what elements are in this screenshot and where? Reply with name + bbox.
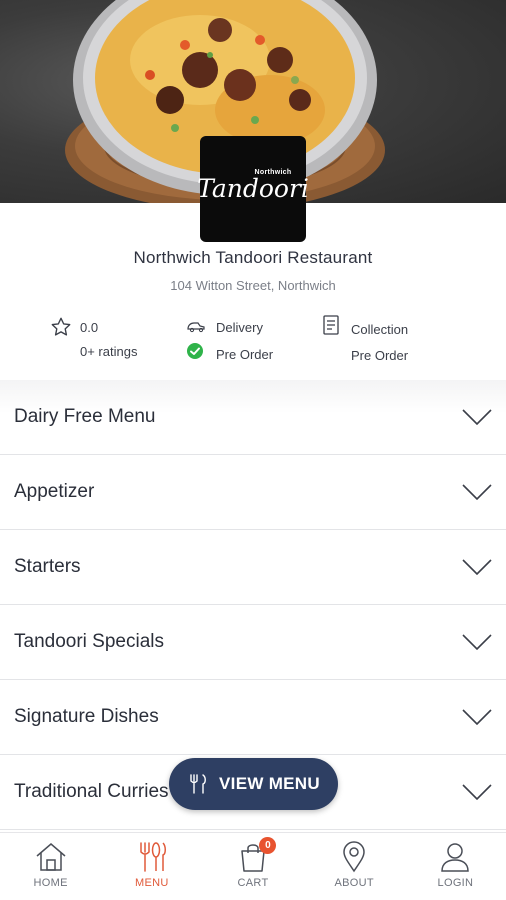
restaurant-info: 0.0 0+ ratings Delivery Pre Order Collec… bbox=[0, 314, 506, 374]
nav-cart-label: CART bbox=[237, 877, 269, 889]
logo-script-text: Tandoori bbox=[197, 174, 309, 203]
nav-cart[interactable]: 0 CART bbox=[202, 833, 303, 900]
bottom-nav: HOME MENU 0 CART ABOUT LOGIN bbox=[0, 832, 506, 900]
chevron-down-icon bbox=[462, 784, 492, 800]
category-label: Tandoori Specials bbox=[14, 631, 164, 652]
nav-home[interactable]: HOME bbox=[0, 833, 101, 900]
delivery-icon bbox=[186, 318, 206, 334]
chevron-down-icon bbox=[462, 709, 492, 725]
delivery-label: Delivery bbox=[216, 320, 263, 335]
star-icon bbox=[50, 316, 72, 338]
category-label: Appetizer bbox=[14, 481, 95, 502]
collection-preorder: Pre Order bbox=[351, 348, 409, 363]
menu-category-appetizer[interactable]: Appetizer bbox=[0, 455, 506, 530]
nav-login-label: LOGIN bbox=[437, 877, 474, 889]
nav-home-label: HOME bbox=[33, 877, 68, 889]
category-label: Starters bbox=[14, 556, 81, 577]
nav-about[interactable]: ABOUT bbox=[304, 833, 405, 900]
nav-menu[interactable]: MENU bbox=[101, 833, 202, 900]
restaurant-logo: Northwich Tandoori bbox=[197, 136, 309, 242]
chevron-down-icon bbox=[462, 409, 492, 425]
nav-menu-label: MENU bbox=[135, 877, 169, 889]
category-label: Signature Dishes bbox=[14, 706, 159, 727]
ratings-count: 0+ ratings bbox=[80, 344, 138, 359]
cutlery-icon bbox=[190, 774, 206, 794]
menu-category-signature-dishes[interactable]: Signature Dishes bbox=[0, 680, 506, 755]
chevron-down-icon bbox=[462, 634, 492, 650]
location-pin-icon bbox=[343, 841, 365, 873]
rating-value: 0.0 bbox=[80, 320, 99, 335]
menu-category-tandoori-specials[interactable]: Tandoori Specials bbox=[0, 605, 506, 680]
menu-category-starters[interactable]: Starters bbox=[0, 530, 506, 605]
category-label: Traditional Curries bbox=[14, 781, 169, 802]
cutlery-icon bbox=[140, 842, 166, 872]
check-icon bbox=[186, 342, 204, 360]
nav-login[interactable]: LOGIN bbox=[405, 833, 506, 900]
restaurant-name: Northwich Tandoori Restaurant bbox=[133, 248, 373, 267]
category-label: Dairy Free Menu bbox=[14, 406, 156, 427]
collection-label: Collection bbox=[351, 322, 409, 337]
chevron-down-icon bbox=[462, 484, 492, 500]
view-menu-button[interactable]: VIEW MENU bbox=[169, 758, 338, 810]
restaurant-address: 104 Witton Street, Northwich bbox=[170, 278, 336, 293]
user-icon bbox=[441, 843, 470, 872]
menu-category-dairy-free[interactable]: Dairy Free Menu bbox=[0, 380, 506, 455]
nav-about-label: ABOUT bbox=[334, 877, 374, 889]
cart-count-badge: 0 bbox=[259, 837, 277, 854]
chevron-down-icon bbox=[462, 559, 492, 575]
collection-icon bbox=[322, 314, 340, 336]
delivery-preorder: Pre Order bbox=[216, 347, 274, 362]
view-menu-label: VIEW MENU bbox=[219, 774, 320, 793]
home-icon bbox=[36, 843, 66, 871]
